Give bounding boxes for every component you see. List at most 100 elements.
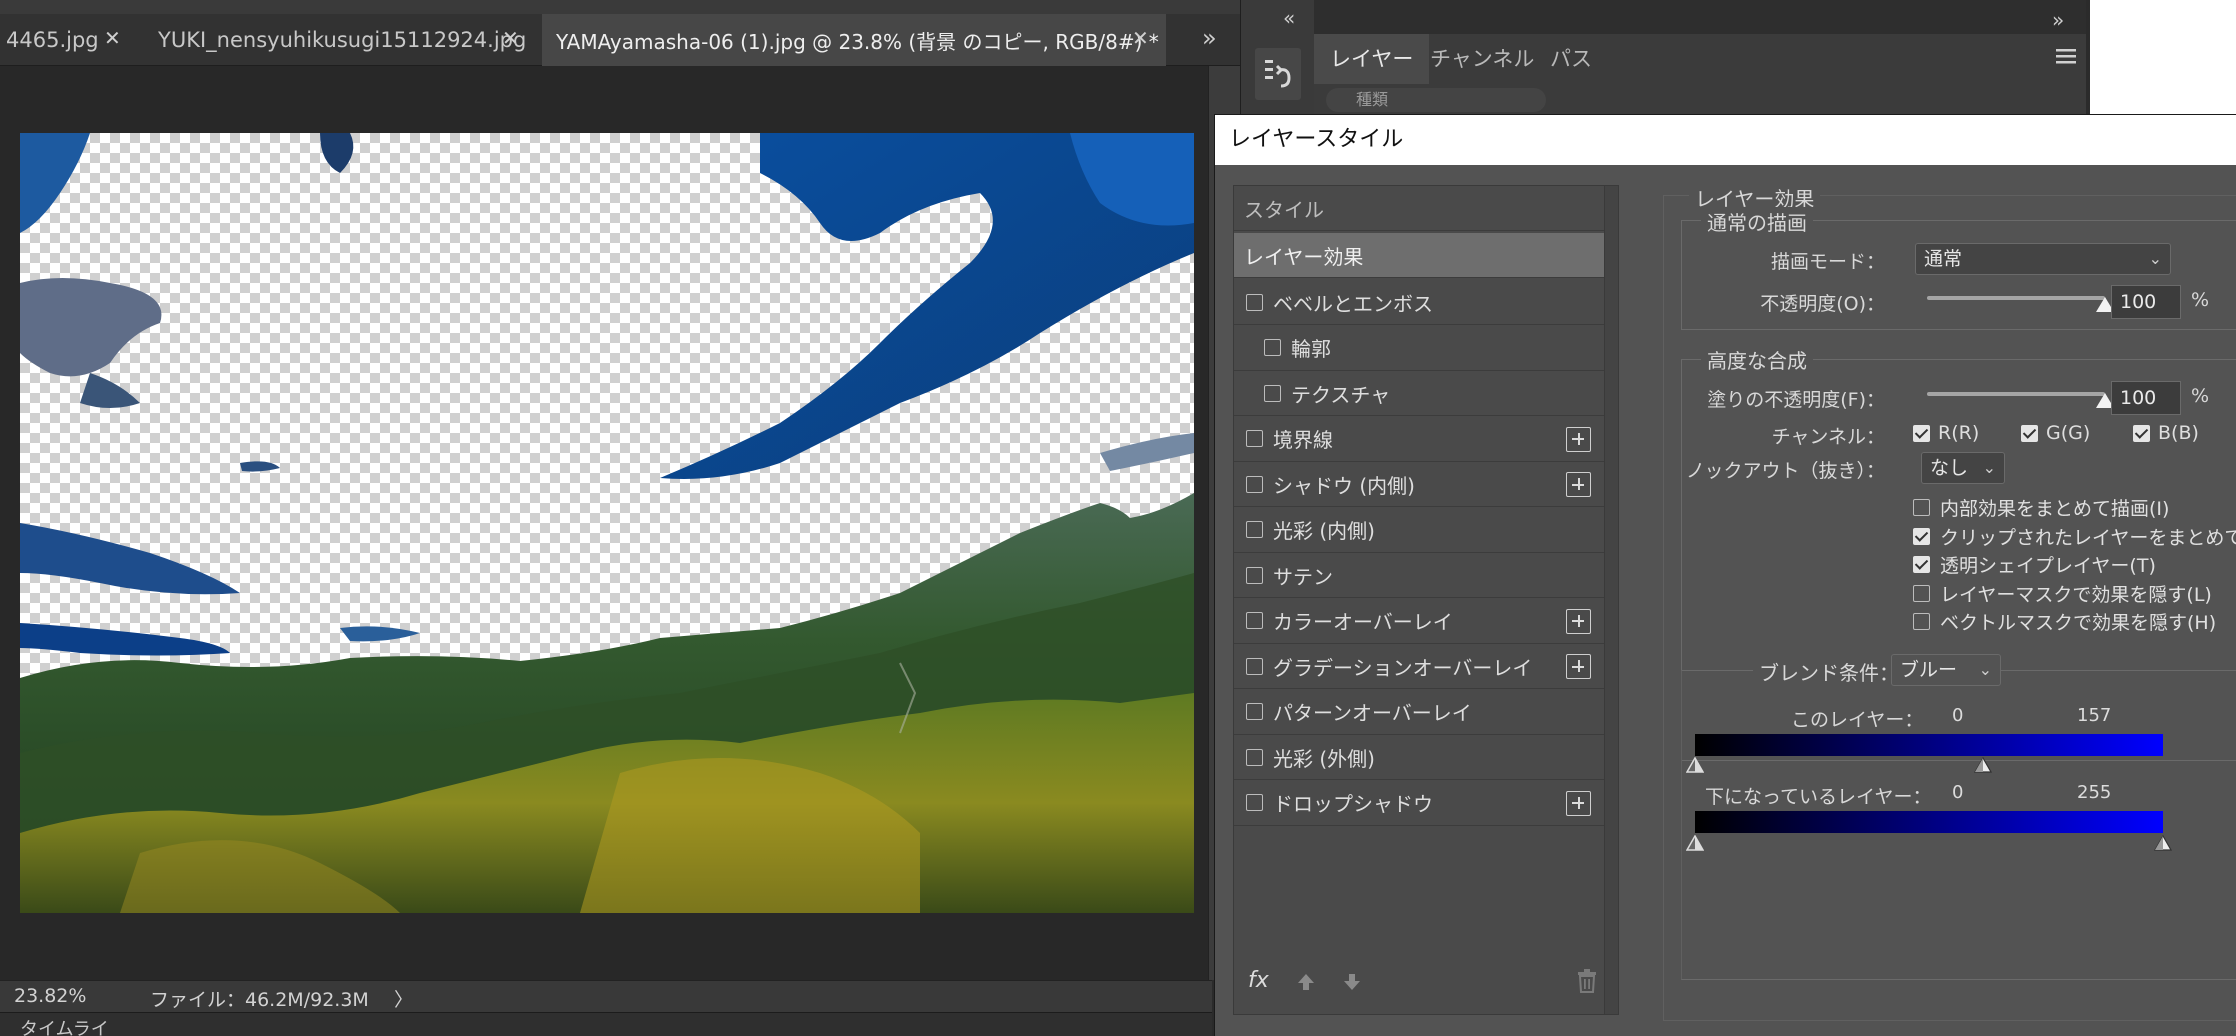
opacity-label: 不透明度(O)：: [1760, 293, 1885, 315]
checkbox[interactable]: [1913, 499, 1930, 516]
add-effect-plus-icon[interactable]: [1566, 472, 1591, 497]
trash-icon[interactable]: [1576, 968, 1598, 994]
advanced-option-checkbox[interactable]: ベクトルマスクで効果を隠す(H): [1913, 608, 2216, 635]
tab-channels[interactable]: チャンネル: [1414, 34, 1550, 84]
status-bar: 23.82% ファイル：46.2M/92.3M 〉: [0, 980, 1212, 1012]
this-layer-high-value: 157: [2077, 705, 2112, 726]
checkbox[interactable]: [1913, 613, 1930, 630]
style-list-item[interactable]: テクスチャ: [1234, 371, 1604, 416]
style-list-item[interactable]: 輪郭: [1234, 326, 1604, 371]
style-list-item[interactable]: パターンオーバーレイ: [1234, 690, 1604, 735]
opacity-slider[interactable]: [1927, 296, 2105, 300]
style-list-item-label: 境界線: [1273, 428, 1333, 452]
checkbox[interactable]: [1246, 566, 1263, 584]
style-list-item[interactable]: 光彩 (内側): [1234, 508, 1604, 553]
checkbox[interactable]: [1913, 527, 1930, 545]
this-layer-white-slider[interactable]: [1974, 757, 1993, 773]
document-tab-active[interactable]: YAMAyamasha-06 (1).jpg @ 23.8% (背景 のコピー,…: [542, 14, 1166, 66]
zoom-level[interactable]: 23.82%: [14, 985, 86, 1007]
blend-if-value: ブルー: [1900, 659, 1958, 681]
style-list-item[interactable]: 光彩 (外側): [1234, 735, 1604, 780]
status-menu-arrow-icon[interactable]: 〉: [394, 985, 413, 1012]
channels-label: チャンネル：: [1771, 426, 1885, 448]
advanced-option-checkbox[interactable]: レイヤーマスクで効果を隠す(L): [1913, 580, 2212, 607]
history-icon[interactable]: [1255, 48, 1301, 100]
checkbox[interactable]: [1913, 556, 1930, 573]
advanced-option-checkbox[interactable]: クリップされたレイヤーをまとめて描画: [1913, 523, 2236, 550]
style-list-item[interactable]: ドロップシャドウ: [1234, 781, 1604, 826]
collapse-panel-icon[interactable]: «: [1283, 6, 1295, 30]
channel-r-label: R(R): [1938, 422, 1980, 444]
style-list-item-label: ベベルとエンボス: [1273, 291, 1433, 316]
style-list-item[interactable]: シャドウ (内側): [1234, 462, 1604, 507]
layer-style-dialog: レイヤースタイル スタイル レイヤー効果 ベベルとエンボス 輪郭 テクスチャ 境界線シ…: [1214, 114, 2236, 1036]
add-effect-plus-icon[interactable]: [1566, 426, 1591, 452]
checkbox[interactable]: [1264, 384, 1281, 402]
checkbox[interactable]: [1246, 794, 1263, 811]
close-tab-icon[interactable]: ✕: [502, 26, 519, 50]
checkbox[interactable]: [1246, 293, 1263, 311]
checkbox[interactable]: [1246, 521, 1263, 538]
document-tab[interactable]: YUKI_nensyuhikusugi15112924.jpg ✕: [140, 14, 534, 66]
arrow-up-icon[interactable]: [1294, 970, 1318, 994]
checkbox[interactable]: [1913, 584, 1930, 602]
fill-opacity-slider[interactable]: [1927, 392, 2105, 396]
advanced-option-checkbox[interactable]: 透明シェイプレイヤー(T): [1913, 551, 2156, 578]
underlying-layer-gradient: [1695, 811, 2163, 833]
layer-effects-label: レイヤー効果: [1244, 244, 1364, 269]
blend-if-select[interactable]: ブルー ⌄: [1891, 654, 2001, 686]
channel-b-checkbox[interactable]: B(B): [2133, 422, 2199, 444]
tab-paths[interactable]: パス: [1534, 34, 1608, 84]
checkbox[interactable]: [1246, 703, 1263, 720]
channel-g-checkbox[interactable]: G(G): [2021, 422, 2090, 444]
document-canvas-image[interactable]: [20, 133, 1194, 913]
add-effect-plus-icon[interactable]: [1566, 608, 1591, 634]
checkbox[interactable]: [1246, 748, 1263, 766]
checkbox[interactable]: [1246, 475, 1263, 493]
style-list-item[interactable]: カラーオーバーレイ: [1234, 599, 1604, 644]
style-list-item-label: グラデーションオーバーレイ: [1273, 655, 1533, 680]
this-layer-gradient: [1695, 734, 2163, 756]
style-list-item[interactable]: グラデーションオーバーレイ: [1234, 644, 1604, 689]
checkbox[interactable]: [1264, 339, 1281, 356]
this-layer-label: このレイヤー：: [1791, 709, 1924, 731]
style-list-header[interactable]: スタイル: [1234, 186, 1604, 231]
style-list-item[interactable]: 境界線: [1234, 417, 1604, 462]
checkbox[interactable]: [1246, 657, 1263, 675]
tab-layers[interactable]: レイヤー: [1314, 34, 1430, 84]
add-effect-plus-icon[interactable]: [1566, 654, 1591, 679]
checkbox[interactable]: [1913, 424, 1930, 442]
style-list-item[interactable]: ベベルとエンボス: [1234, 280, 1604, 325]
close-tab-icon[interactable]: ✕: [104, 26, 121, 50]
channel-g-label: G(G): [2046, 422, 2091, 444]
timeline-panel-tab[interactable]: タイムライ: [0, 1012, 1212, 1036]
document-tab-bar: 4465.jpg ✕ YUKI_nensyuhikusugi15112924.j…: [0, 14, 1240, 66]
styles-label: スタイル: [1244, 197, 1324, 222]
blend-mode-select[interactable]: 通常 ⌄: [1915, 243, 2171, 275]
underlying-high-value: 255: [2077, 782, 2112, 803]
advanced-option-checkbox[interactable]: 内部効果をまとめて描画(I): [1913, 494, 2169, 521]
expand-panel-icon[interactable]: »: [2052, 8, 2064, 32]
knockout-select[interactable]: なし ⌄: [1921, 452, 2005, 484]
checkbox[interactable]: [2133, 424, 2150, 442]
layer-effects-item[interactable]: レイヤー効果: [1234, 233, 1604, 278]
underlying-white-slider[interactable]: [2154, 835, 2172, 851]
add-effect-plus-icon[interactable]: [1566, 790, 1591, 816]
fx-button[interactable]: fx: [1248, 968, 1269, 993]
document-tab[interactable]: 4465.jpg ✕: [0, 14, 138, 66]
tab-overflow-icon[interactable]: »: [1202, 24, 1217, 52]
fill-opacity-input[interactable]: 100: [2111, 381, 2181, 415]
channel-r-checkbox[interactable]: R(R): [1913, 422, 1979, 444]
checkbox[interactable]: [1246, 430, 1263, 447]
checkbox[interactable]: [1246, 612, 1263, 629]
layer-filter-search[interactable]: 種類: [1326, 88, 1546, 112]
this-layer-black-slider[interactable]: [1686, 757, 1704, 773]
opacity-input[interactable]: 100: [2111, 285, 2181, 319]
underlying-black-slider[interactable]: [1686, 835, 1704, 851]
style-list-item[interactable]: サテン: [1234, 553, 1604, 598]
style-list-scrollbar[interactable]: [1604, 186, 1618, 1014]
close-tab-icon[interactable]: ✕: [1132, 26, 1149, 50]
checkbox[interactable]: [2021, 424, 2038, 442]
arrow-down-icon[interactable]: [1340, 970, 1364, 994]
hamburger-icon[interactable]: [2056, 47, 2076, 65]
